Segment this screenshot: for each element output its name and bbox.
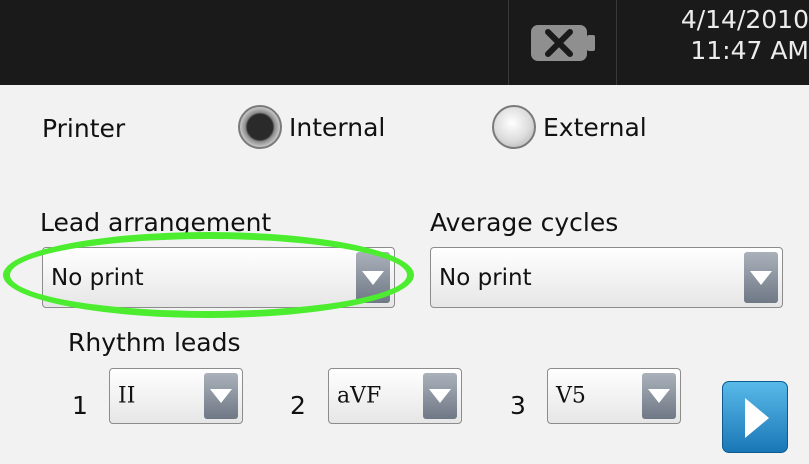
chevron-down-icon[interactable]	[423, 373, 457, 419]
rhythm-lead-2-dropdown[interactable]: aVF	[328, 368, 462, 424]
next-button[interactable]	[722, 381, 788, 453]
external-label[interactable]: External	[543, 113, 647, 142]
date-time: 4/14/2010 11:47 AM	[624, 4, 809, 66]
internal-label[interactable]: Internal	[289, 113, 385, 142]
rhythm-lead-1-number: 1	[72, 391, 88, 420]
rhythm-lead-3-dropdown[interactable]: V5	[547, 368, 681, 424]
battery-status	[508, 0, 617, 85]
printer-label: Printer	[42, 114, 126, 143]
battery-empty-icon	[531, 25, 595, 61]
lead-arrangement-label: Lead arrangement	[40, 208, 272, 237]
rhythm-lead-1-value: II	[118, 383, 136, 409]
average-cycles-value: No print	[439, 264, 532, 291]
average-cycles-label: Average cycles	[430, 208, 619, 237]
lead-arrangement-dropdown[interactable]: No print	[42, 247, 395, 308]
rhythm-lead-1-dropdown[interactable]: II	[109, 368, 243, 424]
chevron-down-icon[interactable]	[744, 252, 778, 303]
status-date: 4/14/2010	[680, 5, 809, 34]
rhythm-lead-3-number: 3	[510, 391, 526, 420]
rhythm-lead-3-value: V5	[556, 383, 586, 409]
average-cycles-dropdown[interactable]: No print	[430, 247, 783, 308]
chevron-down-icon[interactable]	[356, 252, 390, 303]
rhythm-leads-label: Rhythm leads	[68, 328, 241, 357]
chevron-down-icon[interactable]	[642, 373, 676, 419]
chevron-down-icon[interactable]	[204, 373, 238, 419]
external-radio[interactable]	[492, 105, 536, 149]
internal-radio[interactable]	[238, 105, 282, 149]
lead-arrangement-value: No print	[51, 264, 144, 291]
status-bar: 4/14/2010 11:47 AM	[0, 0, 809, 85]
chevron-right-icon	[745, 398, 769, 438]
status-time: 11:47 AM	[690, 36, 809, 65]
rhythm-lead-2-value: aVF	[337, 383, 382, 409]
rhythm-lead-2-number: 2	[290, 391, 306, 420]
